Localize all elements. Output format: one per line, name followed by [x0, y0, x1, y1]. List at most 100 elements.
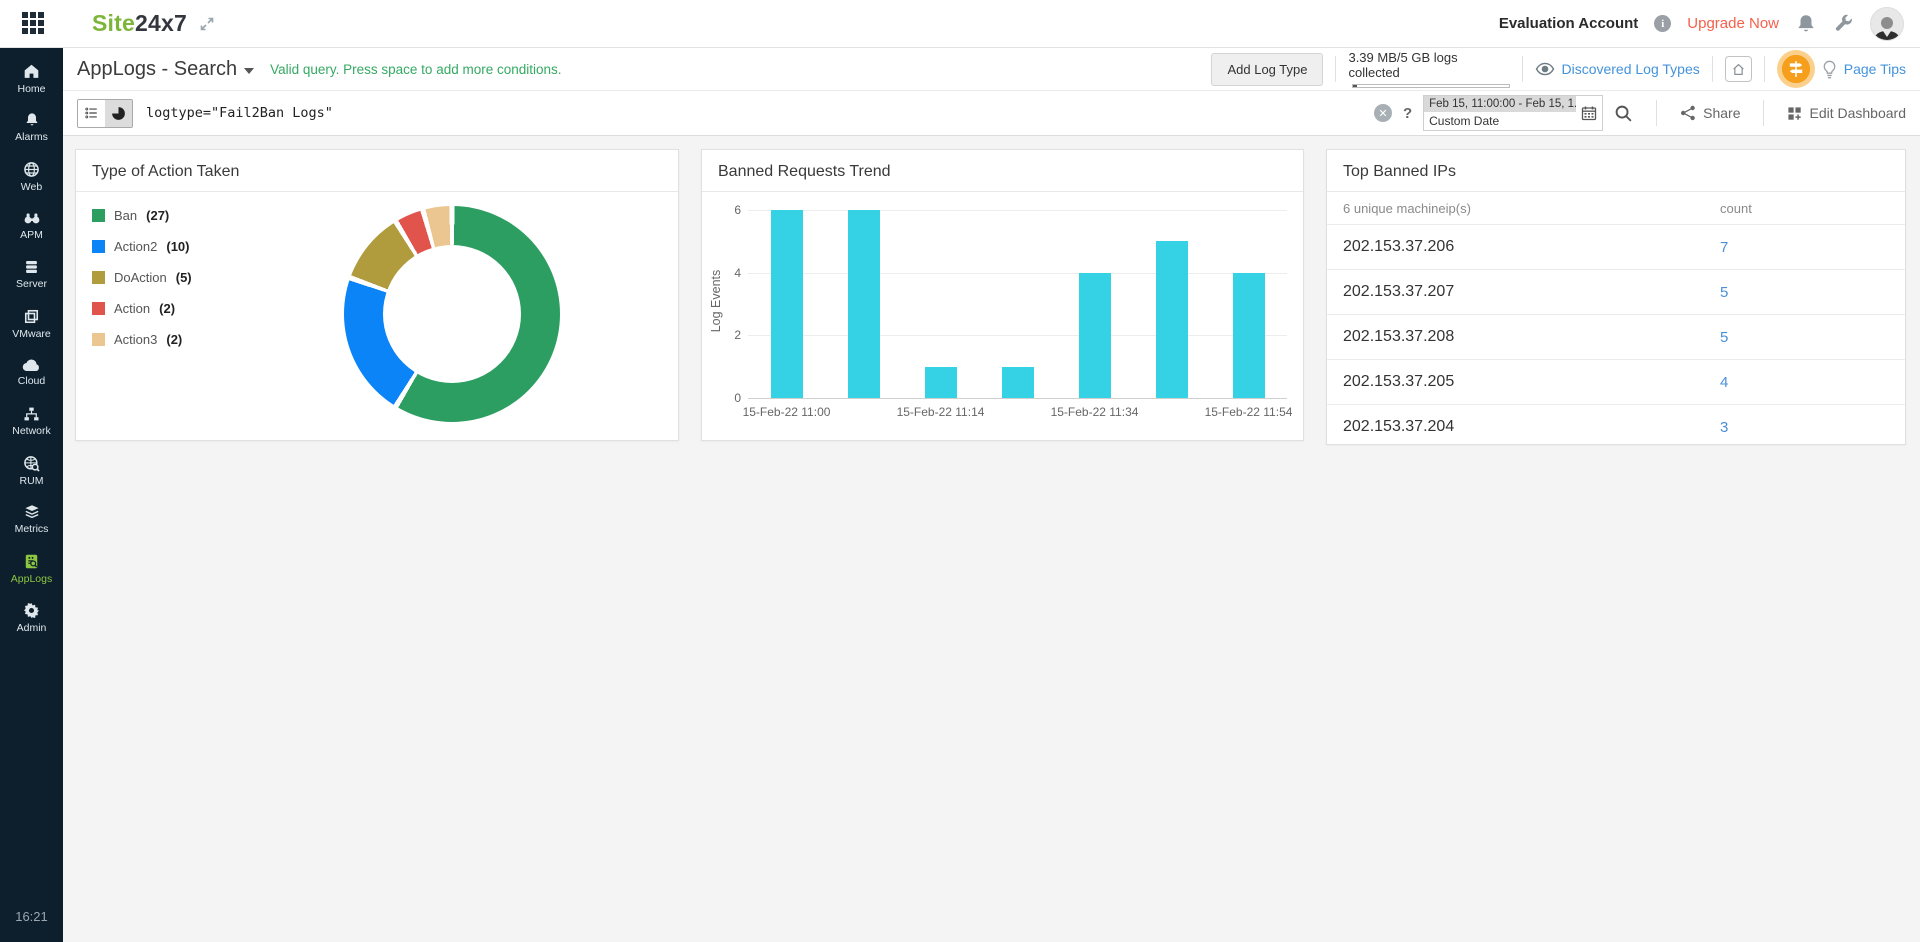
sidebar-item-admin[interactable]: Admin [0, 593, 63, 642]
count-link[interactable]: 4 [1720, 374, 1728, 391]
bar[interactable] [925, 367, 957, 398]
legend-item[interactable]: Ban (27) [92, 208, 192, 223]
gear-icon [23, 602, 40, 619]
bar[interactable] [1233, 273, 1265, 398]
user-avatar[interactable] [1870, 7, 1904, 41]
rum-globe-search-icon [23, 455, 40, 472]
panel-title: Banned Requests Trend [702, 150, 1303, 192]
logs-collected-meter: 3.39 MB/5 GB logs collected [1348, 50, 1510, 88]
eye-icon [1535, 62, 1555, 76]
legend-item[interactable]: Action2 (10) [92, 239, 192, 254]
table-row: 202.153.37.206 7 [1327, 224, 1905, 269]
guided-tour-icon[interactable] [1777, 50, 1815, 88]
sidebar-item-cloud[interactable]: Cloud [0, 348, 63, 397]
calendar-icon[interactable] [1576, 96, 1602, 130]
sidebar-item-rum[interactable]: RUM [0, 446, 63, 495]
table-row: 202.153.37.208 5 [1327, 314, 1905, 359]
bell-icon [24, 112, 40, 128]
sidebar-item-apm[interactable]: APM [0, 201, 63, 250]
bar[interactable] [1002, 367, 1034, 398]
list-view-icon[interactable] [78, 100, 105, 127]
sidebar-item-web[interactable]: Web [0, 152, 63, 201]
clear-query-icon[interactable]: ✕ [1374, 104, 1392, 122]
vm-stack-icon [23, 308, 40, 325]
legend-item[interactable]: Action3 (2) [92, 332, 192, 347]
info-icon[interactable]: i [1654, 15, 1671, 32]
x-tick-label: 15-Feb-22 11:14 [897, 405, 985, 419]
table-row: 202.153.37.207 5 [1327, 269, 1905, 314]
help-icon[interactable]: ? [1403, 105, 1412, 122]
share-icon [1680, 105, 1696, 121]
x-tick-label: 15-Feb-22 11:54 [1205, 405, 1293, 419]
search-icon[interactable] [1614, 104, 1633, 123]
search-query-input[interactable]: logtype="Fail2Ban Logs" [146, 105, 1374, 121]
cloud-icon [22, 358, 41, 372]
table-row: 202.153.37.205 4 [1327, 359, 1905, 404]
chart-view-icon[interactable] [105, 100, 132, 127]
legend-item[interactable]: Action (2) [92, 301, 192, 316]
legend-item[interactable]: DoAction (5) [92, 270, 192, 285]
x-tick-label: 15-Feb-22 11:00 [743, 405, 831, 419]
page-header: AppLogs - Search Valid query. Press spac… [63, 48, 1920, 91]
panel-title: Top Banned IPs [1327, 150, 1905, 192]
add-log-type-button[interactable]: Add Log Type [1211, 53, 1323, 86]
count-link[interactable]: 7 [1720, 239, 1728, 256]
sidebar-item-alarms[interactable]: Alarms [0, 103, 63, 152]
query-mode-switch [77, 99, 133, 128]
dashboard-content: Type of Action Taken Ban (27) Action2 (1… [63, 136, 1920, 942]
table-header: 6 unique machineip(s) count [1327, 192, 1905, 224]
discovered-log-types-link[interactable]: Discovered Log Types [1535, 61, 1699, 77]
page-title-dropdown[interactable]: AppLogs - Search [77, 58, 254, 81]
bars-container [748, 210, 1287, 398]
top-bar: Site24x7 Evaluation Account i Upgrade No… [0, 0, 1920, 48]
share-button[interactable]: Share [1680, 105, 1740, 121]
page-tips-link[interactable]: Page Tips [1844, 61, 1906, 77]
sidebar-item-metrics[interactable]: Metrics [0, 495, 63, 544]
left-nav-sidebar: Home Alarms Web APM Server VMware Cloud [0, 48, 63, 942]
edit-dashboard-icon [1787, 106, 1802, 121]
count-link[interactable]: 5 [1720, 284, 1728, 301]
bar[interactable] [848, 210, 880, 398]
panel-banned-requests-trend: Banned Requests Trend Log Events 6 4 2 0… [701, 149, 1304, 441]
sidebar-item-network[interactable]: Network [0, 397, 63, 446]
tools-wrench-icon[interactable] [1833, 13, 1854, 34]
panel-type-of-action: Type of Action Taken Ban (27) Action2 (1… [75, 149, 679, 441]
lightbulb-icon [1822, 60, 1837, 79]
fullscreen-icon[interactable] [199, 16, 215, 32]
app-grid-icon[interactable] [22, 12, 46, 36]
globe-icon [23, 161, 40, 178]
account-name: Evaluation Account [1499, 15, 1638, 32]
home-icon [23, 63, 40, 80]
donut-chart[interactable] [344, 206, 560, 422]
sidebar-clock: 16:21 [0, 909, 63, 924]
server-icon [23, 259, 40, 275]
edit-dashboard-button[interactable]: Edit Dashboard [1787, 105, 1906, 121]
count-link[interactable]: 3 [1720, 419, 1728, 436]
y-axis-label: Log Events [709, 261, 723, 341]
sidebar-item-applogs[interactable]: AppLogs [0, 544, 63, 593]
bar[interactable] [1079, 273, 1111, 398]
date-range-picker[interactable]: Feb 15, 11:00:00 - Feb 15, 1... Custom D… [1423, 95, 1603, 131]
bar[interactable] [1156, 241, 1188, 398]
upgrade-now-link[interactable]: Upgrade Now [1687, 15, 1779, 32]
binoculars-icon [23, 210, 41, 226]
sidebar-item-server[interactable]: Server [0, 250, 63, 299]
table-row: 202.153.37.204 3 [1327, 404, 1905, 449]
count-link[interactable]: 5 [1720, 329, 1728, 346]
sidebar-item-vmware[interactable]: VMware [0, 299, 63, 348]
site24x7-logo[interactable]: Site24x7 [92, 10, 187, 37]
bar-plot-area: 6 4 2 0 15-Feb-22 11:0015-Feb-22 11:1415… [748, 210, 1287, 398]
query-status-message: Valid query. Press space to add more con… [270, 62, 561, 77]
network-icon [23, 406, 40, 422]
layers-icon [23, 504, 41, 520]
home-view-button[interactable] [1725, 56, 1752, 82]
bar[interactable] [771, 210, 803, 398]
notifications-bell-icon[interactable] [1795, 13, 1817, 35]
applogs-icon [23, 553, 40, 570]
date-range-mode: Custom Date [1424, 112, 1576, 130]
donut-legend: Ban (27) Action2 (10) DoAction (5) [92, 208, 192, 363]
panel-title: Type of Action Taken [76, 150, 678, 192]
panel-top-banned-ips: Top Banned IPs 6 unique machineip(s) cou… [1326, 149, 1906, 445]
sidebar-item-home[interactable]: Home [0, 54, 63, 103]
chevron-down-icon [244, 68, 254, 74]
